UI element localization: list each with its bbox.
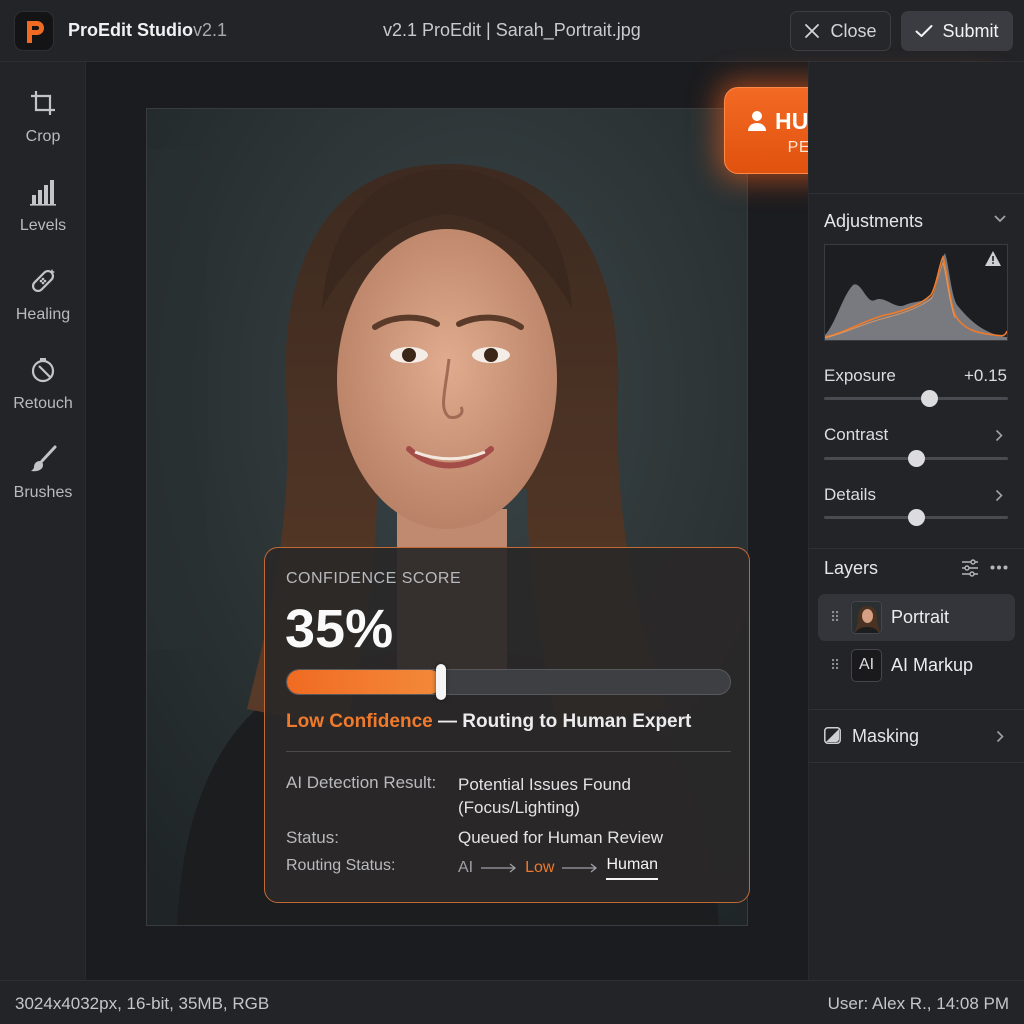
app-version: v2.1 <box>193 20 228 40</box>
tool-crop[interactable]: Crop <box>0 88 86 168</box>
arrow-right-icon <box>562 863 598 873</box>
confidence-panel: CONFIDENCE SCORE 35% Low Confidence — Ro… <box>264 547 750 903</box>
tool-label: Healing <box>15 306 71 323</box>
routing-message: — Routing to Human Expert <box>438 711 692 732</box>
layers-title: Layers <box>824 558 879 578</box>
close-button[interactable]: Close <box>790 11 891 51</box>
crop-icon <box>31 91 55 115</box>
exposure-slider[interactable] <box>824 390 1008 407</box>
document-title: v2.1 ProEdit | Sarah_Portrait.jpg <box>383 20 641 40</box>
detection-result-label: AI Detection Result: <box>286 773 437 792</box>
submit-button-label: Submit <box>942 20 999 41</box>
contrast-slider[interactable] <box>824 450 1008 467</box>
image-info: 3024x4032px, 16-bit, 35MB, RGB <box>15 994 270 1013</box>
layer-thumbnail-text: AI <box>858 656 875 673</box>
details-slider[interactable] <box>824 509 1008 526</box>
divider <box>286 751 731 752</box>
confidence-heading: CONFIDENCE SCORE <box>286 570 462 587</box>
route-step-human: Human <box>606 856 659 880</box>
divider <box>809 193 1024 194</box>
chevron-right-icon[interactable] <box>995 489 1003 502</box>
healing-icon <box>31 269 55 293</box>
layer-item-ai-markup[interactable]: ⠿ AI AI Markup <box>818 642 1015 689</box>
close-icon <box>805 24 820 38</box>
status-value: Queued for Human Review <box>458 828 664 847</box>
filter-icon[interactable] <box>961 559 979 577</box>
divider <box>809 548 1024 549</box>
details-label: Details <box>824 485 876 504</box>
close-button-label: Close <box>830 20 877 41</box>
mask-icon <box>824 727 841 744</box>
layer-thumbnail: AI <box>851 649 882 682</box>
route-step-low: Low <box>525 859 555 876</box>
tool-label: Brushes <box>13 484 73 501</box>
chevron-down-icon[interactable] <box>993 214 1007 224</box>
tool-label: Crop <box>25 128 61 145</box>
drag-handle-icon[interactable]: ⠿ <box>830 609 840 626</box>
divider <box>809 762 1024 763</box>
layer-thumbnail <box>851 601 882 634</box>
chevron-right-icon <box>996 730 1004 743</box>
masking-label: Masking <box>852 726 920 746</box>
title-bar: ProEdit Studio v2.1 v2.1 ProEdit | Sarah… <box>0 0 1024 62</box>
layer-name: AI Markup <box>891 655 974 675</box>
layer-item-portrait[interactable]: ⠿ Portrait <box>818 594 1015 641</box>
levels-icon <box>30 180 56 206</box>
confidence-bar-fill <box>287 670 442 694</box>
status-bar: 3024x4032px, 16-bit, 35MB, RGB User: Ale… <box>0 980 1024 1024</box>
editor-window: ProEdit Studio v2.1 v2.1 ProEdit | Sarah… <box>0 0 1024 1024</box>
routing-steps: AI Low Human <box>458 856 659 880</box>
exposure-value: +0.15 <box>963 366 1007 385</box>
user-icon <box>748 111 766 131</box>
drag-handle-icon[interactable]: ⠿ <box>830 657 840 674</box>
exposure-slider-thumb[interactable] <box>920 390 938 407</box>
tool-label: Levels <box>19 217 67 234</box>
tool-sidebar: Crop Levels Healing Retouch Brushes <box>0 62 86 980</box>
tool-brushes[interactable]: Brushes <box>0 444 86 524</box>
chevron-right-icon[interactable] <box>995 429 1003 442</box>
contrast-slider-thumb[interactable] <box>908 450 925 467</box>
details-slider-thumb[interactable] <box>908 509 925 526</box>
more-icon[interactable] <box>990 565 1008 570</box>
properties-panel: Adjustments Exposure +0.15 Contrast Deta… <box>808 62 1024 980</box>
confidence-bar-marker <box>436 664 446 700</box>
status-label: Status: <box>286 828 339 847</box>
user-time: User: Alex R., 14:08 PM <box>827 994 1009 1013</box>
warning-icon[interactable] <box>985 251 1001 266</box>
app-logo <box>14 11 54 51</box>
tool-retouch[interactable]: Retouch <box>0 355 86 435</box>
adjustments-title: Adjustments <box>824 211 924 231</box>
contrast-label: Contrast <box>824 425 889 444</box>
exposure-label: Exposure <box>824 366 896 385</box>
tool-label: Retouch <box>13 395 73 412</box>
tool-healing[interactable]: Healing <box>0 266 86 346</box>
brush-icon <box>31 445 57 472</box>
layer-name: Portrait <box>891 607 950 627</box>
histogram <box>824 244 1008 341</box>
tool-levels[interactable]: Levels <box>0 177 86 257</box>
confidence-bar <box>286 669 731 695</box>
confidence-level-label: Low Confidence <box>286 711 433 732</box>
confidence-message: Low Confidence — Routing to Human Expert <box>286 711 691 733</box>
detection-result-value: Potential Issues Found (Focus/Lighting) <box>458 775 631 817</box>
confidence-value: 35% <box>285 599 394 659</box>
retouch-icon <box>31 358 55 383</box>
check-icon <box>915 25 933 37</box>
routing-status-label: Routing Status: <box>286 857 396 874</box>
submit-button[interactable]: Submit <box>901 11 1013 51</box>
arrow-right-icon <box>481 863 517 873</box>
route-step-ai: AI <box>458 859 474 876</box>
masking-row[interactable]: Masking <box>809 710 1024 762</box>
app-name: ProEdit Studio <box>68 20 193 40</box>
